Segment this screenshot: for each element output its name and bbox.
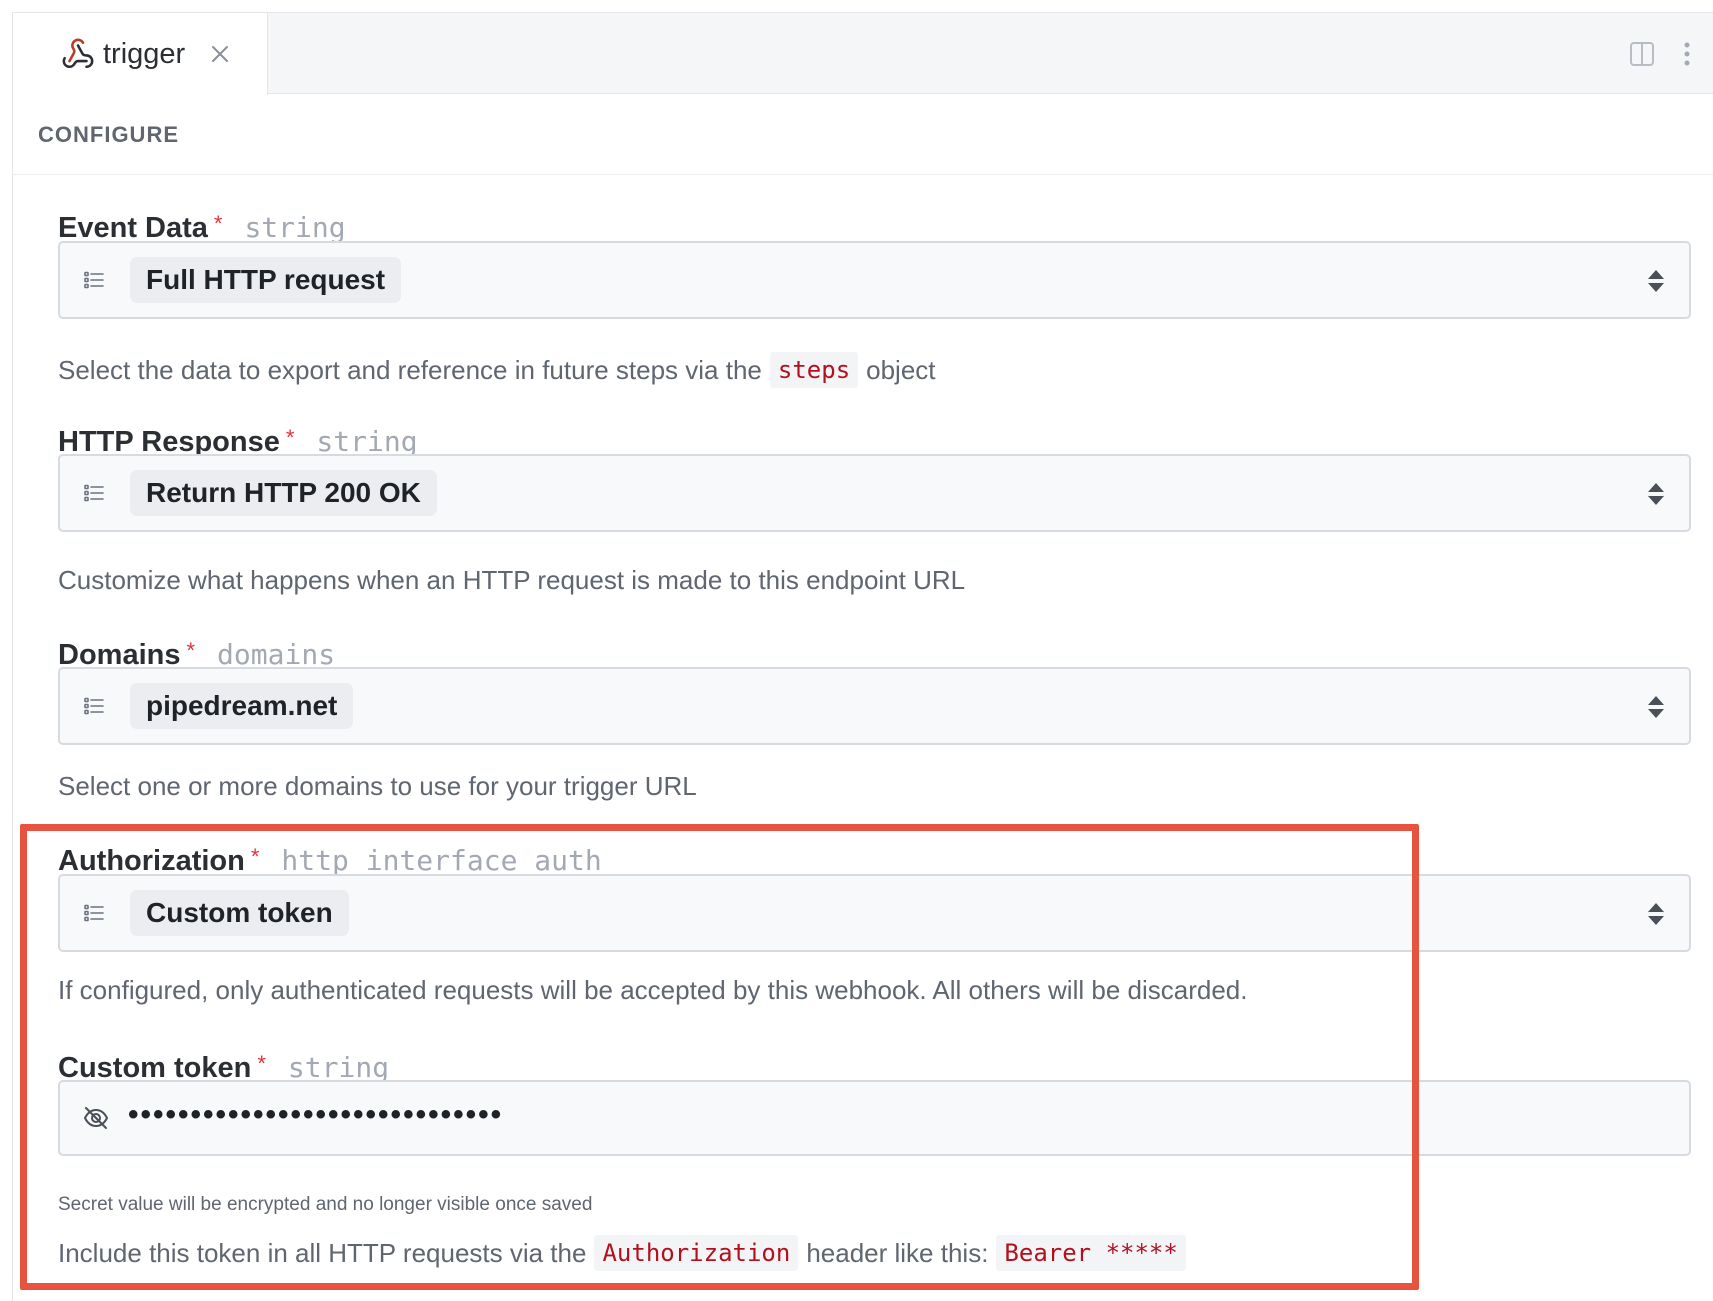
tab-label: trigger xyxy=(103,37,186,70)
help-text: header like this: xyxy=(806,1237,989,1268)
field-type: http_interface_auth xyxy=(281,844,602,877)
event-data-label: Event Data * string xyxy=(58,211,346,245)
list-icon xyxy=(84,484,104,502)
authorization-help: If configured, only authenticated reques… xyxy=(58,975,1248,1005)
selected-value: Full HTTP request xyxy=(130,257,402,303)
domains-select[interactable]: pipedream.net xyxy=(58,667,1691,745)
authorization-label: Authorization * http_interface_auth xyxy=(58,844,602,878)
close-icon[interactable] xyxy=(209,43,231,65)
webhook-icon xyxy=(61,37,95,71)
required-mark: * xyxy=(285,425,295,450)
secret-note: Secret value will be encrypted and no lo… xyxy=(58,1194,593,1215)
event-data-select[interactable]: Full HTTP request xyxy=(58,241,1691,319)
list-icon xyxy=(84,271,104,289)
http-response-select[interactable]: Return HTTP 200 OK xyxy=(58,454,1691,532)
list-icon xyxy=(84,697,104,715)
help-text: Select the data to export and reference … xyxy=(58,354,762,385)
selected-value: Return HTTP 200 OK xyxy=(130,470,437,516)
updown-arrows-icon xyxy=(1648,696,1664,718)
authorization-select[interactable]: Custom token xyxy=(58,874,1691,952)
more-options-icon[interactable] xyxy=(1682,41,1692,67)
split-view-icon[interactable] xyxy=(1628,40,1656,68)
configure-section-header: CONFIGURE xyxy=(13,95,1713,175)
bearer-code: Bearer ***** xyxy=(996,1235,1186,1271)
selected-value: pipedream.net xyxy=(130,683,354,729)
updown-arrows-icon xyxy=(1648,483,1664,505)
help-text: object xyxy=(866,354,936,385)
custom-token-help: Include this token in all HTTP requests … xyxy=(58,1235,1194,1271)
masked-token: •••••••••••••••••••••••••••••• xyxy=(128,1098,504,1131)
required-mark: * xyxy=(213,211,223,236)
list-icon xyxy=(84,904,104,922)
domains-help: Select one or more domains to use for yo… xyxy=(58,771,697,801)
updown-arrows-icon xyxy=(1648,903,1664,925)
field-type: string xyxy=(244,211,346,244)
required-mark: * xyxy=(257,1051,266,1076)
trigger-panel: trigger CONFIGURE Event Data * string Fu… xyxy=(12,12,1713,1301)
http-response-help: Customize what happens when an HTTP requ… xyxy=(58,565,966,595)
help-text: Include this token in all HTTP requests … xyxy=(58,1237,587,1268)
tab-bar: trigger xyxy=(13,13,1713,95)
required-mark: * xyxy=(186,638,196,663)
selected-value: Custom token xyxy=(130,890,349,936)
required-mark: * xyxy=(250,844,260,869)
updown-arrows-icon xyxy=(1648,270,1664,292)
tab-trigger[interactable]: trigger xyxy=(13,13,268,95)
authorization-code: Authorization xyxy=(594,1235,799,1271)
section-title: CONFIGURE xyxy=(38,121,179,147)
tab-bar-actions xyxy=(1628,40,1692,68)
event-data-help: Select the data to export and reference … xyxy=(58,352,936,388)
steps-code: steps xyxy=(769,352,859,388)
custom-token-input[interactable]: •••••••••••••••••••••••••••••• xyxy=(58,1080,1691,1156)
eye-off-icon[interactable] xyxy=(82,1104,110,1132)
